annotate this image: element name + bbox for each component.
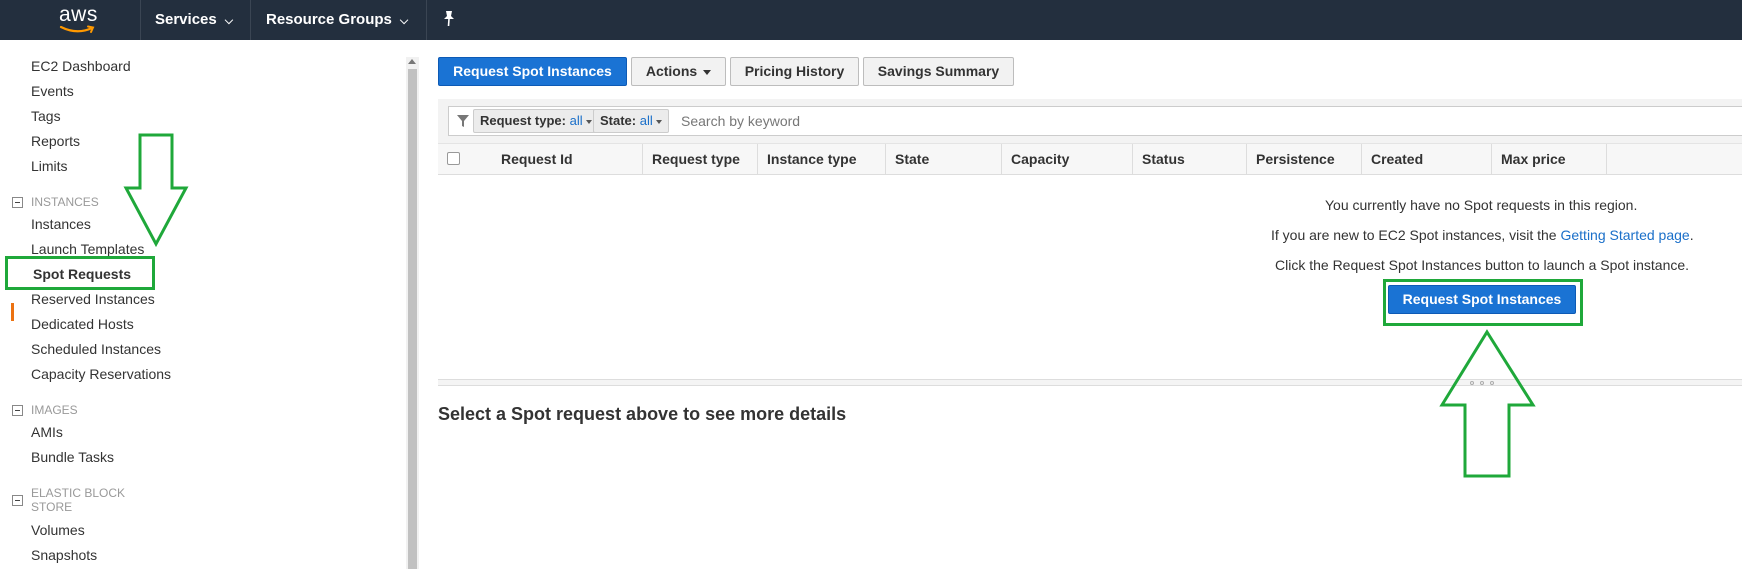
getting-started-link[interactable]: Getting Started page: [1560, 227, 1689, 243]
column-state[interactable]: State: [886, 144, 1002, 175]
chevron-down-icon: ⌵: [399, 15, 409, 27]
splitter-grip-dot: [1470, 381, 1474, 385]
spot-requests-highlight-box: [5, 256, 155, 290]
sidebar-item-limits[interactable]: Limits: [31, 158, 68, 174]
getting-started-prefix: If you are new to EC2 Spot instances, vi…: [1271, 227, 1561, 243]
sidebar-item-ec2-dashboard[interactable]: EC2 Dashboard: [31, 58, 131, 74]
collapse-images-icon[interactable]: [12, 405, 23, 416]
column-request-id[interactable]: Request Id: [492, 144, 643, 175]
filter-icon: [457, 115, 469, 127]
splitter-grip-dot: [1480, 381, 1484, 385]
aws-logo[interactable]: aws: [55, 3, 105, 37]
sidebar-item-reserved-instances[interactable]: Reserved Instances: [31, 291, 155, 307]
sidebar-item-scheduled-instances[interactable]: Scheduled Instances: [31, 341, 161, 357]
getting-started-suffix: .: [1689, 227, 1694, 243]
column-persistence[interactable]: Persistence: [1247, 144, 1362, 175]
pin-icon[interactable]: [442, 10, 456, 28]
column-max-price[interactable]: Max price: [1492, 144, 1607, 175]
sidebar-section-instances[interactable]: INSTANCES: [31, 195, 99, 209]
sidebar-section-elastic-block-store[interactable]: ELASTIC BLOCK STORE: [31, 486, 141, 514]
nav-divider: [250, 0, 251, 40]
caret-down-icon: [585, 119, 592, 124]
sidebar-item-capacity-reservations[interactable]: Capacity Reservations: [31, 366, 171, 382]
empty-state-message: You currently have no Spot requests in t…: [1325, 197, 1638, 213]
state-filter-chip[interactable]: State: all: [593, 109, 669, 133]
resource-groups-label: Resource Groups: [266, 11, 392, 28]
column-capacity[interactable]: Capacity: [1002, 144, 1133, 175]
chevron-down-icon: ⌵: [224, 15, 234, 27]
request-spot-instances-button[interactable]: Request Spot Instances: [438, 57, 627, 86]
scrollbar-thumb[interactable]: [408, 69, 417, 569]
savings-summary-button[interactable]: Savings Summary: [863, 57, 1014, 86]
resource-groups-menu[interactable]: Resource Groups ⌵: [266, 0, 408, 40]
filter-box: Request type: all State: all: [448, 106, 1742, 136]
state-filter-key: State:: [600, 113, 637, 128]
sidebar-item-snapshots[interactable]: Snapshots: [31, 547, 97, 563]
sidebar-item-reports[interactable]: Reports: [31, 133, 80, 149]
splitter-grip-dot: [1490, 381, 1494, 385]
sidebar-section-images[interactable]: IMAGES: [31, 403, 78, 417]
sidebar-item-bundle-tasks[interactable]: Bundle Tasks: [31, 449, 114, 465]
caret-down-icon: [703, 69, 712, 75]
state-filter-value: all: [639, 113, 653, 128]
sidebar-scrollbar[interactable]: [406, 57, 419, 569]
collapse-instances-icon[interactable]: [12, 197, 23, 208]
collapse-ebs-icon[interactable]: [12, 495, 23, 506]
nav-divider: [140, 0, 141, 40]
aws-logo-text: aws: [59, 3, 98, 26]
request-type-filter-value: all: [569, 113, 583, 128]
aws-smile-icon: [59, 25, 95, 33]
launch-instructions-message: Click the Request Spot Instances button …: [1275, 257, 1690, 273]
filter-bar: Request type: all State: all: [438, 99, 1742, 143]
up-arrow-annotation: [1439, 329, 1536, 478]
column-status[interactable]: Status: [1133, 144, 1247, 175]
search-input[interactable]: [681, 111, 1181, 131]
details-pane-heading: Select a Spot request above to see more …: [438, 404, 847, 424]
pane-splitter[interactable]: [438, 379, 1742, 386]
column-created[interactable]: Created: [1362, 144, 1492, 175]
sidebar-item-amis[interactable]: AMIs: [31, 424, 63, 440]
scroll-up-icon[interactable]: [408, 59, 416, 64]
pricing-history-button[interactable]: Pricing History: [730, 57, 859, 86]
caret-down-icon: [655, 119, 662, 124]
actions-label: Actions: [645, 63, 698, 79]
nav-divider: [426, 0, 427, 40]
actions-dropdown-button[interactable]: Actions: [631, 57, 726, 86]
services-menu[interactable]: Services ⌵: [155, 0, 233, 40]
table-header: Request Id Request type Instance type St…: [438, 143, 1742, 175]
sidebar-item-dedicated-hosts[interactable]: Dedicated Hosts: [31, 316, 134, 332]
sidebar-item-events[interactable]: Events: [31, 83, 74, 99]
sidebar-item-launch-templates[interactable]: Launch Templates: [31, 241, 144, 257]
select-all-checkbox[interactable]: [447, 152, 460, 165]
request-type-filter-key: Request type:: [480, 113, 566, 128]
top-navigation-bar: aws Services ⌵ Resource Groups ⌵: [0, 0, 1742, 40]
sidebar-item-instances[interactable]: Instances: [31, 216, 91, 232]
sidebar-navigation: EC2 Dashboard Events Tags Reports Limits…: [0, 40, 408, 569]
request-type-filter-chip[interactable]: Request type: all: [473, 109, 599, 133]
sidebar-item-tags[interactable]: Tags: [31, 108, 61, 124]
request-button-highlight-box: [1383, 279, 1583, 326]
services-label: Services: [155, 11, 217, 28]
getting-started-message: If you are new to EC2 Spot instances, vi…: [1271, 227, 1694, 243]
sidebar-item-volumes[interactable]: Volumes: [31, 522, 85, 538]
active-item-indicator: [11, 303, 14, 321]
column-request-type[interactable]: Request type: [643, 144, 758, 175]
column-instance-type[interactable]: Instance type: [758, 144, 886, 175]
